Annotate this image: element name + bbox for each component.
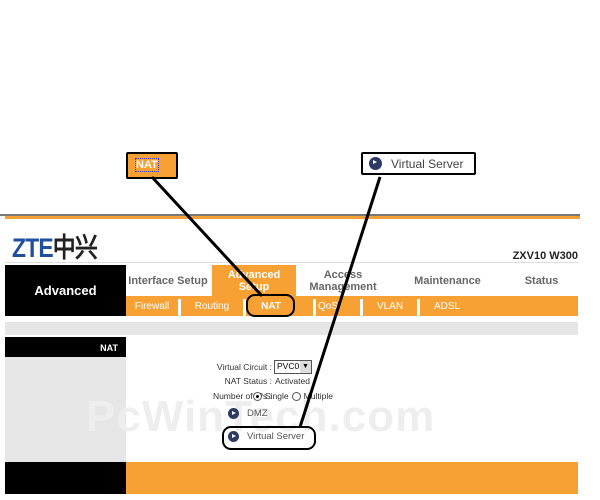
nat-pointer-line <box>150 175 264 298</box>
virtual-server-pointer-line <box>298 176 382 428</box>
callout-lines <box>150 175 382 428</box>
